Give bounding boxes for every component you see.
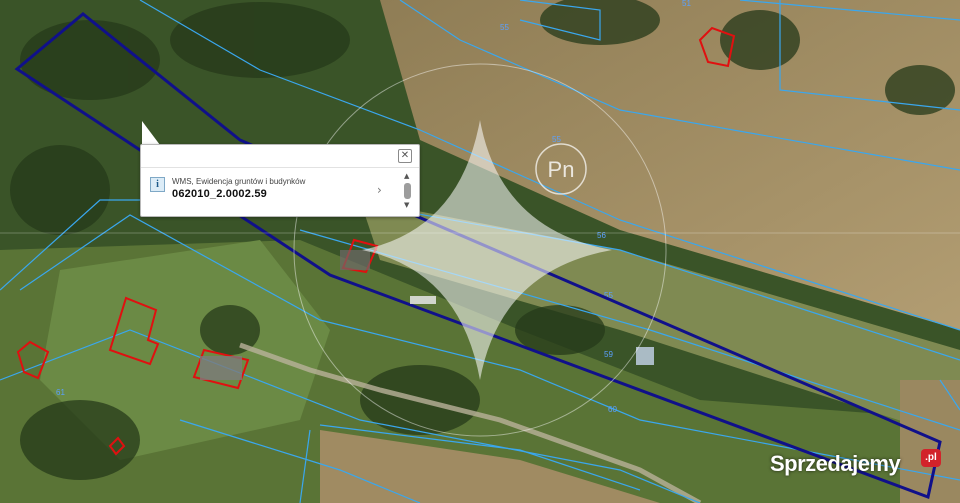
parcel-label: 59 bbox=[604, 350, 613, 359]
chevron-right-icon[interactable]: › bbox=[377, 183, 382, 197]
parcel-label: 60 bbox=[608, 405, 617, 414]
parcel-id[interactable]: 062010_2.0002.59 bbox=[172, 188, 267, 200]
scroll-thumb[interactable] bbox=[404, 183, 411, 199]
layer-name: WMS, Ewidencja gruntów i budynków bbox=[172, 177, 306, 186]
close-icon[interactable]: ✕ bbox=[398, 149, 412, 163]
info-icon: i bbox=[150, 177, 165, 192]
scroll-up-icon[interactable]: ▲ bbox=[404, 172, 409, 180]
scroll-down-icon[interactable]: ▼ bbox=[404, 201, 409, 209]
watermark-brand: Sprzedajemy bbox=[770, 451, 901, 476]
feature-info-popup: ✕ i WMS, Ewidencja gruntów i budynków 06… bbox=[140, 144, 420, 217]
compass-north-label: Pn bbox=[548, 157, 575, 182]
popup-tail bbox=[142, 121, 160, 145]
parcel-label: 51 bbox=[682, 0, 691, 8]
parcel-label: 55 bbox=[552, 135, 561, 144]
parcel-label: 61 bbox=[56, 388, 65, 397]
popup-header: ✕ bbox=[141, 145, 419, 168]
parcel-label: 56 bbox=[597, 231, 606, 240]
popup-scrollbar[interactable]: ▲ ▼ bbox=[403, 172, 413, 212]
map-canvas[interactable]: 51 55 55 55 56 59 60 61 Pn bbox=[0, 0, 960, 503]
watermark-suffix: .pl bbox=[921, 449, 941, 467]
parcel-label: 55 bbox=[500, 23, 509, 32]
